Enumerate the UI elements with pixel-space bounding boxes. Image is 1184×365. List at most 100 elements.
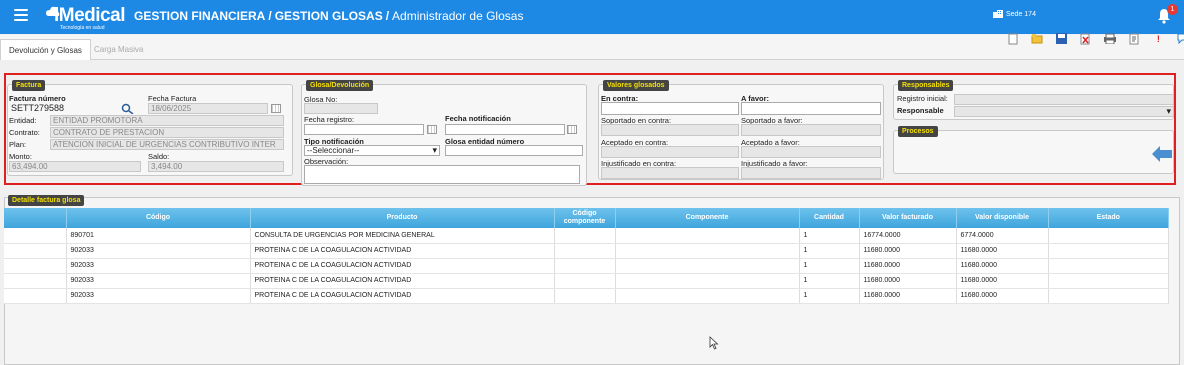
plan-field: ATENCION INICIAL DE URGENCIAS CONTRIBUTI… bbox=[50, 139, 284, 150]
registro-inicial-field bbox=[954, 94, 1174, 105]
table-row[interactable]: 902033 PROTEINA C DE LA COAGULACION ACTI… bbox=[4, 288, 1169, 304]
action-toolbar: ! bbox=[998, 33, 1184, 49]
building-icon bbox=[993, 10, 1003, 18]
aceptado-contra-field bbox=[601, 146, 739, 158]
cell-valor-facturado: 11680.0000 bbox=[859, 243, 957, 259]
column-header[interactable]: Código componente bbox=[554, 208, 616, 228]
column-header[interactable]: Valor disponible bbox=[956, 208, 1049, 228]
cell-componente bbox=[615, 228, 800, 244]
fecha-notificacion-label: Fecha notificación bbox=[445, 114, 511, 123]
tab-carga-masiva[interactable]: Carga Masiva bbox=[86, 39, 151, 60]
procesos-legend: Procesos bbox=[898, 126, 938, 137]
breadcrumb-current: Administrador de Glosas bbox=[392, 9, 524, 23]
saldo-label: Saldo: bbox=[148, 152, 170, 161]
factura-legend: Factura bbox=[12, 80, 46, 91]
en-contra-field[interactable] bbox=[601, 102, 739, 115]
injustificado-contra-field bbox=[601, 167, 739, 179]
valores-panel: Valores glosados En contra: A favor: Sop… bbox=[598, 80, 884, 180]
cell-codigo: 902033 bbox=[66, 243, 251, 259]
breadcrumb: GESTION FINANCIERA / GESTION GLOSAS / Admini… bbox=[134, 9, 524, 23]
observacion-field[interactable] bbox=[304, 165, 580, 184]
sede-label: Sede 174 bbox=[1006, 10, 1036, 18]
cell-estado bbox=[1048, 288, 1169, 304]
chat-icon[interactable] bbox=[1176, 33, 1184, 46]
cell-valor-disponible: 11680.0000 bbox=[956, 258, 1049, 274]
search-invoice-icon[interactable] bbox=[121, 103, 135, 114]
cell-valor-facturado: 11680.0000 bbox=[859, 273, 957, 289]
cell-producto: CONSULTA DE URGENCIAS POR MEDICINA GENER… bbox=[250, 228, 555, 244]
fecha-notificacion-field[interactable] bbox=[445, 124, 565, 135]
table-row[interactable]: 902033 PROTEINA C DE LA COAGULACION ACTI… bbox=[4, 243, 1169, 259]
brand-logo[interactable]: iMedical Tecnología en salud bbox=[46, 4, 126, 31]
cell-codigo: 902033 bbox=[66, 288, 251, 304]
cell-estado bbox=[1048, 273, 1169, 289]
detalle-table: Código Producto Código componente Compon… bbox=[4, 208, 1169, 304]
alert-icon[interactable]: ! bbox=[1151, 33, 1165, 46]
monto-label: Monto: bbox=[9, 152, 32, 161]
breadcrumb-item[interactable]: GESTION GLOSAS bbox=[275, 9, 383, 23]
cell-cantidad: 1 bbox=[799, 243, 860, 259]
cell-producto: PROTEINA C DE LA COAGULACION ACTIVIDAD bbox=[250, 273, 555, 289]
calendar-icon[interactable] bbox=[271, 104, 281, 113]
cell-valor-disponible: 6774.0000 bbox=[956, 228, 1049, 244]
calendar-icon[interactable] bbox=[567, 125, 577, 134]
cell-estado bbox=[1048, 228, 1169, 244]
column-header[interactable]: Estado bbox=[1048, 208, 1169, 228]
cell-producto: PROTEINA C DE LA COAGULACION ACTIVIDAD bbox=[250, 243, 555, 259]
row-cell bbox=[4, 273, 67, 289]
sede-selector[interactable]: Sede 174 bbox=[993, 10, 1036, 18]
a-favor-field[interactable] bbox=[741, 102, 881, 115]
entidad-label: Entidad: bbox=[9, 116, 37, 125]
soportado-favor-field bbox=[741, 124, 881, 136]
table-row[interactable]: 902033 PROTEINA C DE LA COAGULACION ACTI… bbox=[4, 258, 1169, 274]
aceptado-favor-field bbox=[741, 146, 881, 158]
new-icon[interactable] bbox=[1006, 33, 1020, 46]
glosa-no-field bbox=[304, 103, 378, 114]
print-icon[interactable] bbox=[1103, 33, 1117, 46]
factura-panel: Factura Factura número SETT279588 Fecha … bbox=[7, 80, 293, 176]
table-row[interactable]: 890701 CONSULTA DE URGENCIAS POR MEDICIN… bbox=[4, 228, 1169, 244]
cell-valor-disponible: 11680.0000 bbox=[956, 273, 1049, 289]
glosa-legend: Glosa/Devolución bbox=[306, 80, 374, 91]
tab-devolucion-glosas[interactable]: Devolución y Glosas bbox=[0, 39, 91, 60]
calendar-icon[interactable] bbox=[427, 125, 437, 134]
cell-cantidad: 1 bbox=[799, 258, 860, 274]
table-header-row: Código Producto Código componente Compon… bbox=[4, 208, 1169, 228]
column-header[interactable]: Cantidad bbox=[799, 208, 860, 228]
brand-name: iMedical bbox=[54, 5, 125, 26]
column-header[interactable]: Valor facturado bbox=[859, 208, 957, 228]
cell-cantidad: 1 bbox=[799, 228, 860, 244]
glosa-entidad-field[interactable] bbox=[445, 145, 583, 156]
monto-field: 63,494.00 bbox=[9, 161, 141, 172]
column-header[interactable]: Componente bbox=[615, 208, 800, 228]
save-icon[interactable] bbox=[1054, 33, 1068, 46]
factura-numero-field[interactable]: SETT279588 bbox=[9, 103, 121, 114]
menu-icon[interactable] bbox=[14, 9, 28, 23]
column-header[interactable]: Código bbox=[66, 208, 251, 228]
responsables-panel: Responsables Registro inicial: Responsab… bbox=[893, 80, 1174, 120]
cell-codigo: 890701 bbox=[66, 228, 251, 244]
cell-codigo-componente bbox=[554, 258, 616, 274]
fecha-registro-field[interactable] bbox=[304, 124, 424, 135]
table-row[interactable]: 902033 PROTEINA C DE LA COAGULACION ACTI… bbox=[4, 273, 1169, 289]
cell-componente bbox=[615, 243, 800, 259]
tipo-notificacion-select[interactable]: --Seleccionar-- bbox=[304, 145, 440, 156]
column-header bbox=[4, 208, 67, 228]
responsable-select[interactable] bbox=[954, 106, 1174, 117]
cell-producto: PROTEINA C DE LA COAGULACION ACTIVIDAD bbox=[250, 258, 555, 274]
registro-inicial-label: Registro inicial: bbox=[897, 94, 948, 103]
folder-icon[interactable] bbox=[1030, 33, 1044, 46]
arrow-left-icon[interactable] bbox=[1152, 146, 1172, 162]
cell-estado bbox=[1048, 258, 1169, 274]
fecha-factura-field: 18/06/2025 bbox=[148, 103, 268, 114]
cell-codigo-componente bbox=[554, 288, 616, 304]
breadcrumb-item[interactable]: GESTION FINANCIERA bbox=[134, 9, 265, 23]
responsables-legend: Responsables bbox=[898, 80, 954, 91]
cell-codigo-componente bbox=[554, 273, 616, 289]
cell-estado bbox=[1048, 243, 1169, 259]
column-header[interactable]: Producto bbox=[250, 208, 555, 228]
row-cell bbox=[4, 258, 67, 274]
report-icon[interactable] bbox=[1127, 33, 1141, 46]
cell-cantidad: 1 bbox=[799, 288, 860, 304]
delete-icon[interactable] bbox=[1079, 33, 1093, 46]
